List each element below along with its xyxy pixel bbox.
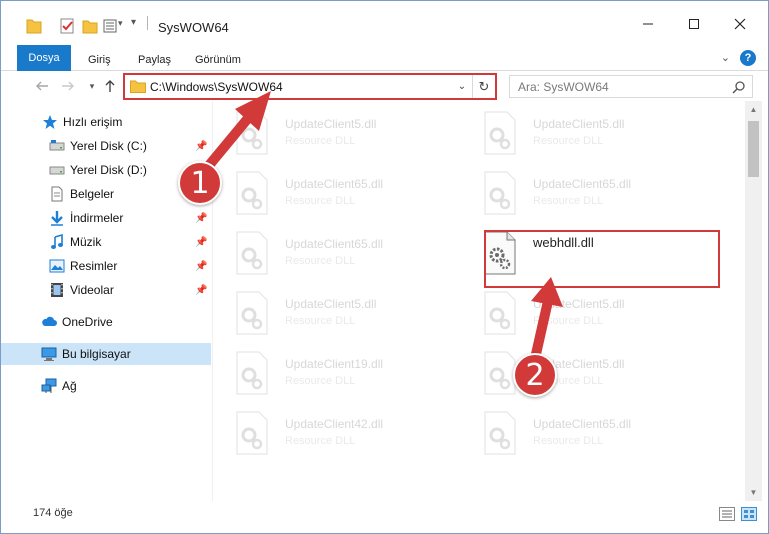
arrow-step-2-head [531, 277, 563, 307]
explorer-window: ▾ ▾ SysWOW64 Dosya Giriş Paylaş Görünüm … [0, 0, 769, 534]
step-2-badge: 2 [513, 353, 557, 397]
annotation-arrows [201, 91, 563, 368]
step-1-badge: 1 [178, 161, 222, 205]
